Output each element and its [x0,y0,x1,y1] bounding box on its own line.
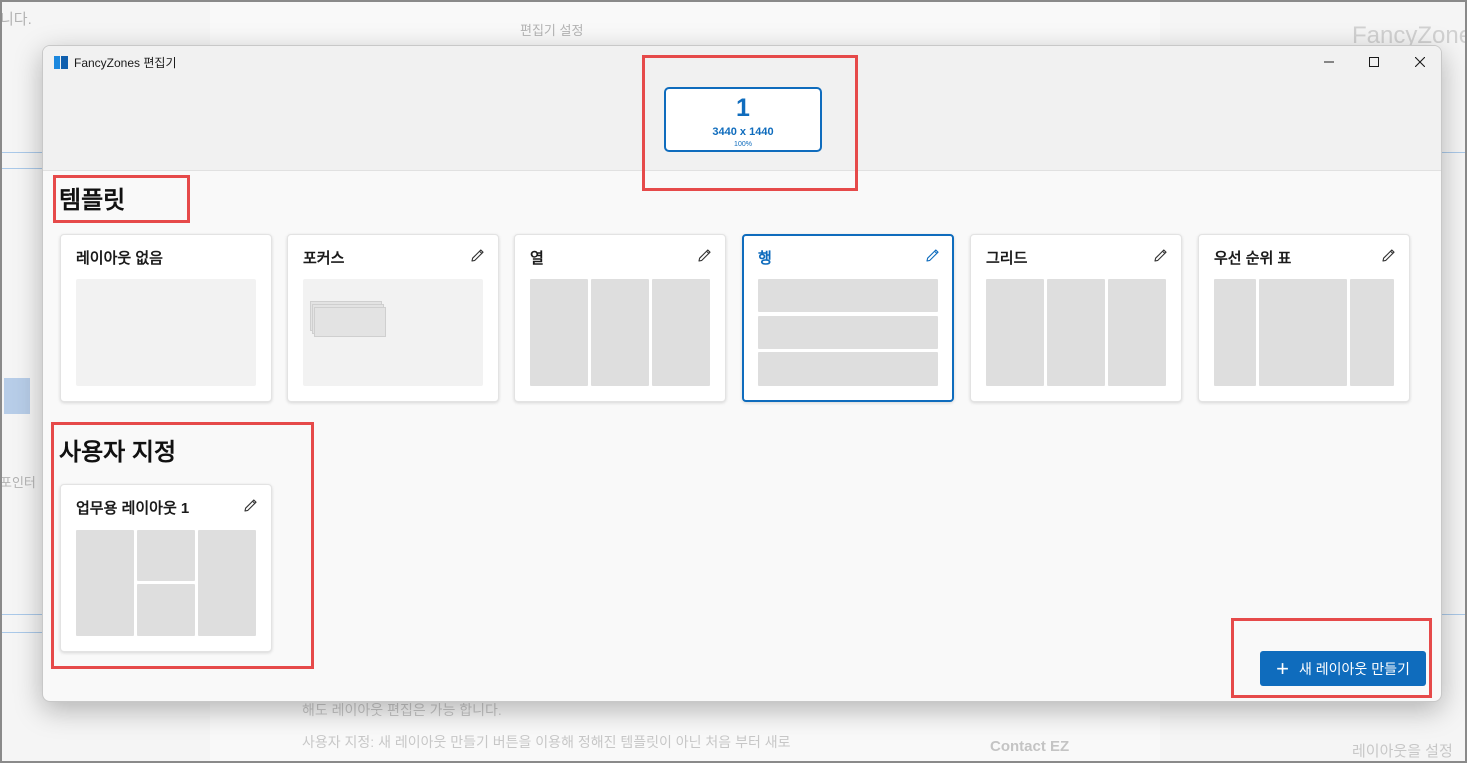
template-label: 그리드 [986,250,1028,267]
zone [137,530,195,581]
zone [1214,279,1256,386]
monitor-number: 1 [736,94,750,122]
layout-preview [986,279,1166,386]
maximize-button[interactable] [1351,46,1397,78]
zone [652,279,710,386]
template-label: 우선 순위 표 [1214,250,1292,267]
template-label: 레이아웃 없음 [76,250,163,267]
template-card-grid[interactable]: 그리드 [970,234,1182,402]
template-label: 행 [758,250,772,267]
zone [758,352,938,386]
monitor-resolution: 3440 x 1440 [712,126,774,138]
zone [76,530,134,636]
fancyzones-editor-window: FancyZones 편집기 1 3440 x 1440 100% 템플릿 레이… [42,45,1442,702]
zone [314,307,386,337]
zone [758,316,938,349]
zone [198,530,256,636]
zone [591,279,649,386]
maximize-icon [1369,57,1379,67]
pencil-icon[interactable] [469,247,486,264]
custom-layout-card-work-layout-1[interactable]: 업무용 레이아웃 1 [60,484,272,652]
pencil-icon[interactable] [242,497,259,514]
layout-preview [303,279,483,386]
zone [1259,279,1347,386]
new-layout-label: 새 레이아웃 만들기 [1299,660,1410,677]
minimize-button[interactable] [1306,46,1352,78]
zone [758,279,938,312]
layout-preview [758,279,938,386]
custom-layout-label: 업무용 레이아웃 1 [76,500,190,517]
new-layout-button[interactable]: + 새 레이아웃 만들기 [1260,651,1426,686]
template-label: 열 [530,250,544,267]
layout-preview [76,530,256,636]
layout-preview [76,279,256,386]
layout-preview [530,279,710,386]
pencil-icon[interactable] [696,247,713,264]
fancyzones-app-icon [54,56,68,69]
zone [1108,279,1166,386]
template-card-rows[interactable]: 행 [742,234,954,402]
template-card-no-layout[interactable]: 레이아웃 없음 [60,234,272,402]
monitor-selector-1[interactable]: 1 3440 x 1440 100% [664,87,822,152]
pencil-icon[interactable] [924,247,941,264]
plus-icon: + [1276,655,1290,681]
templates-heading: 템플릿 [59,187,126,214]
zone [1047,279,1105,386]
custom-layouts-heading: 사용자 지정 [59,439,177,466]
close-button[interactable] [1397,46,1441,78]
template-label: 포커스 [303,250,345,267]
minimize-icon [1324,61,1334,63]
monitor-scale: 100% [734,141,752,148]
zone [1350,279,1394,386]
layout-preview [1214,279,1394,386]
pencil-icon[interactable] [1380,247,1397,264]
zone [530,279,588,386]
zone [986,279,1044,386]
template-card-columns[interactable]: 열 [514,234,726,402]
template-card-focus[interactable]: 포커스 [287,234,499,402]
close-icon [1415,57,1425,67]
template-card-priority-grid[interactable]: 우선 순위 표 [1198,234,1410,402]
pencil-icon[interactable] [1152,247,1169,264]
title-bar[interactable]: FancyZones 편집기 1 3440 x 1440 100% [43,46,1441,171]
zone [137,584,195,636]
window-title: FancyZones 편집기 [74,56,177,70]
